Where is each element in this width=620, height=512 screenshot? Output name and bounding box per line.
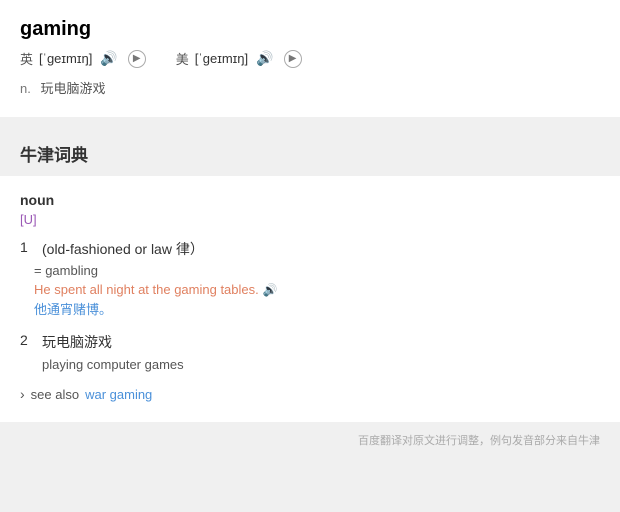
def-1-example-text: He spent all night at the gaming tables.	[34, 282, 259, 297]
oxford-uncountable: [U]	[20, 212, 600, 227]
pos-row: n. 玩电脑游戏	[20, 78, 600, 97]
definition-1: 1 (old-fashioned or law 律） = gambling He…	[20, 239, 600, 318]
us-label: 美	[176, 49, 189, 68]
oxford-card: noun [U] 1 (old-fashioned or law 律） = ga…	[0, 176, 620, 422]
def-2-number-row: 2 玩电脑游戏	[20, 332, 600, 352]
def-1-equals: = gambling	[20, 263, 600, 278]
def-2-num: 2	[20, 332, 34, 348]
see-also-row: › see also war gaming	[20, 386, 600, 402]
uk-audio-speaker-icon[interactable]: 🔊	[100, 50, 117, 67]
oxford-pos: noun	[20, 192, 600, 208]
us-audio-speaker-icon[interactable]: 🔊	[256, 50, 273, 67]
us-phonetic: [ˈɡeɪmɪŋ]	[195, 51, 248, 66]
def-2-en-wrapper: playing computer games	[20, 356, 600, 372]
uk-label: 英	[20, 49, 33, 68]
pronunciation-row: 英 [ˈɡeɪmɪŋ] 🔊 ▶ 美 [ˈɡeɪmɪŋ] 🔊 ▶	[20, 49, 600, 68]
see-also-label: see also	[31, 387, 79, 402]
def-1-tag: (old-fashioned or law 律）	[42, 239, 600, 259]
pos-label: n.	[20, 81, 31, 96]
uk-audio-play-icon[interactable]: ▶	[128, 50, 146, 68]
def-1-example-speaker-icon[interactable]: 🔊	[263, 283, 278, 297]
section-title: 牛津词典	[20, 141, 600, 166]
word-title: gaming	[20, 18, 600, 41]
us-audio-play-icon[interactable]: ▶	[284, 50, 302, 68]
def-1-num: 1	[20, 239, 34, 255]
def-2-en: playing computer games	[42, 357, 184, 372]
uk-phonetic: [ˈɡeɪmɪŋ]	[39, 51, 92, 66]
oxford-section-header: 牛津词典	[0, 127, 620, 176]
def-1-number-row: 1 (old-fashioned or law 律）	[20, 239, 600, 259]
def-2-cn: 玩电脑游戏	[42, 332, 600, 352]
see-also-link[interactable]: war gaming	[85, 387, 152, 402]
def-1-example-cn: 他通宵赌博。	[20, 299, 600, 318]
footer-note: 百度翻译对原文进行调整，例句发音部分来自牛津	[0, 422, 620, 454]
definition-2: 2 玩电脑游戏 playing computer games	[20, 332, 600, 372]
top-card: gaming 英 [ˈɡeɪmɪŋ] 🔊 ▶ 美 [ˈɡeɪmɪŋ] 🔊 ▶ n…	[0, 0, 620, 117]
see-also-arrow-icon: ›	[20, 386, 25, 402]
def-1-example-en: He spent all night at the gaming tables.…	[20, 282, 600, 297]
word-translation-cn: 玩电脑游戏	[40, 81, 105, 96]
